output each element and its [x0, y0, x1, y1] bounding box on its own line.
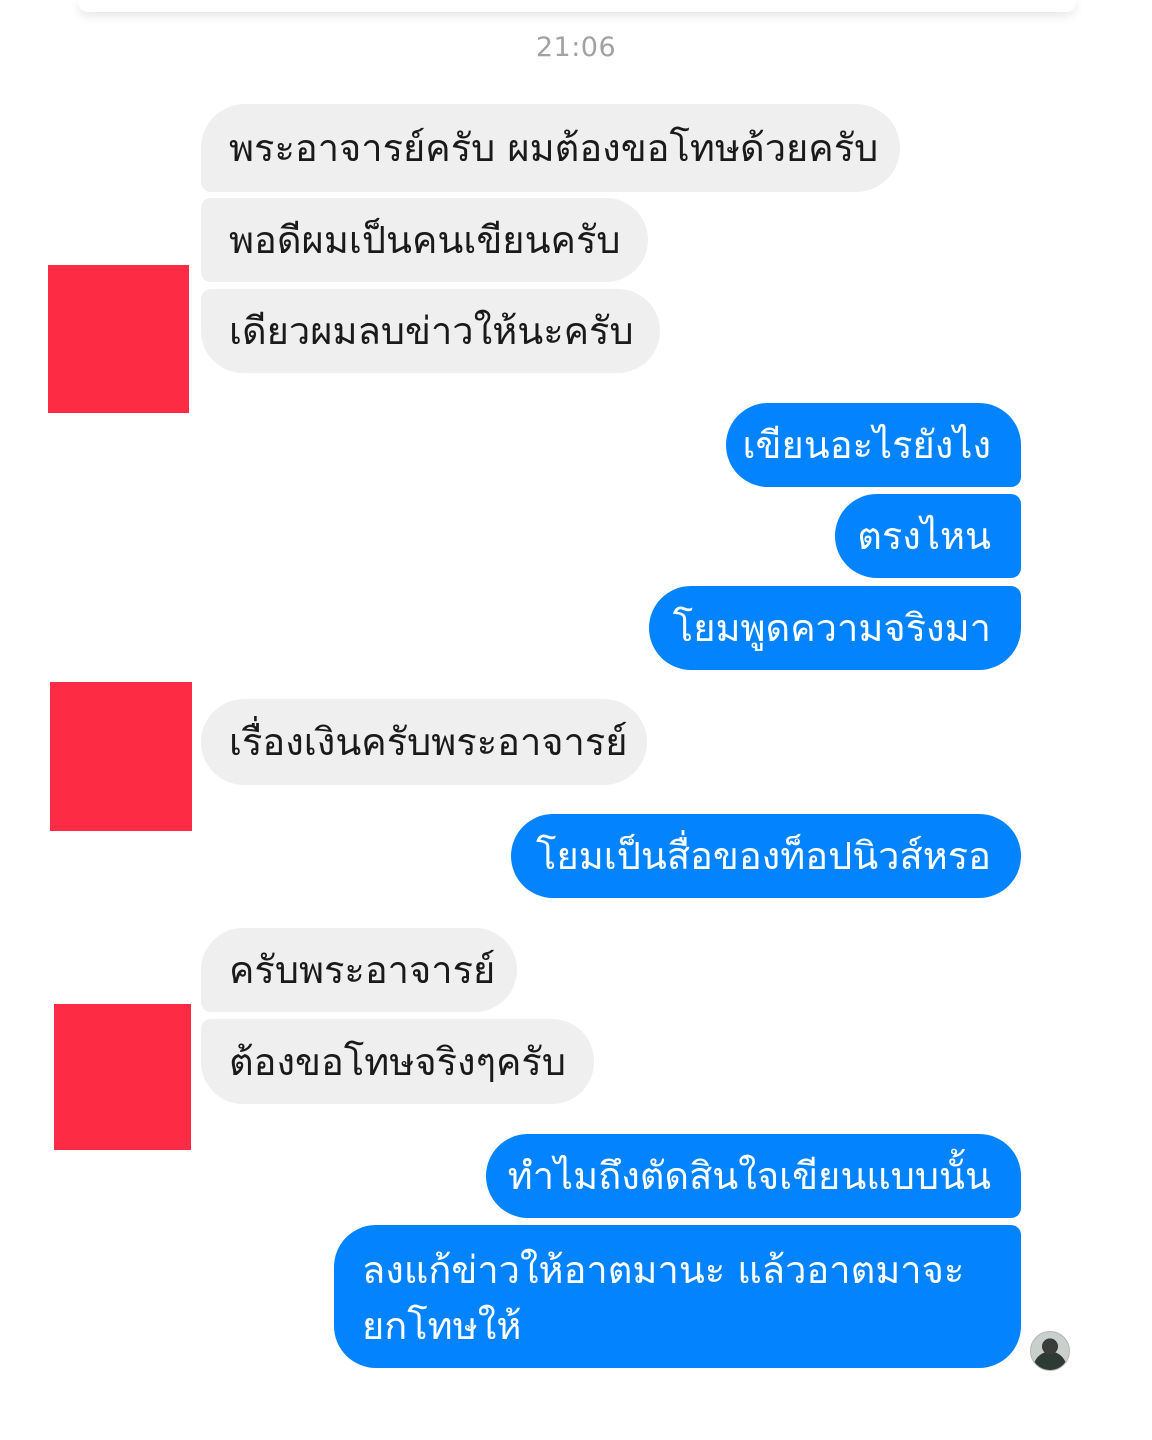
incoming-message-bubble[interactable]: เรื่องเงินครับพระอาจารย์ — [201, 699, 647, 785]
incoming-message-bubble[interactable]: พระอาจารย์ครับ ผมต้องขอโทษด้วยครับ — [201, 104, 900, 192]
outgoing-message-bubble[interactable]: ลงแก้ข่าวให้อาตมานะ แล้วอาตมาจะยกโทษให้ — [334, 1225, 1021, 1368]
incoming-message-bubble[interactable]: พอดีผมเป็นคนเขียนครับ — [201, 198, 648, 282]
message-text: เดียวผมลบข่าวให้นะครับ — [229, 309, 634, 353]
incoming-message-bubble[interactable]: ต้องขอโทษจริงๆครับ — [201, 1019, 594, 1104]
message-text: ทำไมถึงตัดสินใจเขียนแบบนั้น — [507, 1154, 991, 1198]
outgoing-message-bubble[interactable]: เขียนอะไรยังไง — [726, 403, 1021, 487]
message-text: เรื่องเงินครับพระอาจารย์ — [229, 720, 628, 764]
redacted-avatar — [50, 682, 192, 831]
top-card-edge — [78, 0, 1076, 12]
seen-avatar-icon — [1030, 1331, 1070, 1371]
message-text: พระอาจารย์ครับ ผมต้องขอโทษด้วยครับ — [229, 126, 879, 170]
outgoing-message-bubble[interactable]: ทำไมถึงตัดสินใจเขียนแบบนั้น — [486, 1134, 1021, 1218]
outgoing-message-bubble[interactable]: ตรงไหน — [835, 494, 1021, 578]
message-text: ตรงไหน — [857, 514, 991, 558]
message-text: ครับพระอาจารย์ — [229, 948, 496, 992]
message-text: ต้องขอโทษจริงๆครับ — [229, 1039, 566, 1084]
message-text: โยมเป็นสื่อของท็อปนิวส์หรอ — [536, 834, 991, 878]
outgoing-message-bubble[interactable]: โยมเป็นสื่อของท็อปนิวส์หรอ — [511, 814, 1021, 898]
outgoing-message-bubble[interactable]: โยมพูดความจริงมา — [649, 586, 1021, 670]
redacted-avatar — [48, 265, 189, 413]
message-text: พอดีผมเป็นคนเขียนครับ — [229, 218, 621, 262]
message-timestamp: 21:06 — [535, 32, 617, 63]
message-text: ลงแก้ข่าวให้อาตมานะ แล้วอาตมาจะยกโทษให้ — [362, 1248, 965, 1348]
redacted-avatar — [54, 1004, 191, 1150]
incoming-message-bubble[interactable]: ครับพระอาจารย์ — [201, 928, 517, 1012]
message-text: โยมพูดความจริงมา — [672, 606, 991, 650]
incoming-message-bubble[interactable]: เดียวผมลบข่าวให้นะครับ — [201, 289, 660, 373]
message-text: เขียนอะไรยังไง — [742, 423, 991, 467]
